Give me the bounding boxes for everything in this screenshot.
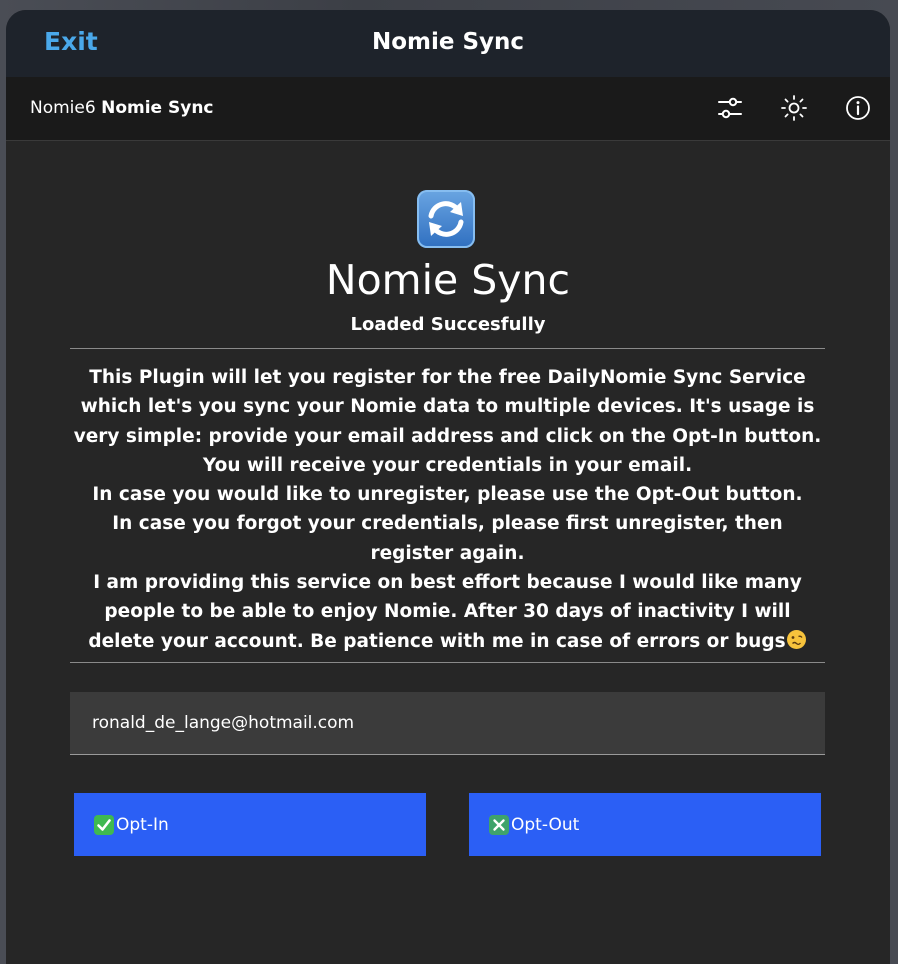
description-paragraph: In case you forgot your credentials, ple… — [112, 513, 783, 564]
description-paragraph: In case you would like to unregister, pl… — [92, 484, 803, 506]
opt-in-button[interactable]: Opt-In — [74, 793, 426, 856]
opt-out-button[interactable]: Opt-Out — [469, 793, 821, 856]
description-text: I am providing this service on best effo… — [88, 572, 802, 652]
email-field[interactable] — [70, 692, 825, 755]
description-paragraph: I am providing this service on best effo… — [70, 568, 825, 656]
opt-out-label: Opt-Out — [511, 814, 580, 835]
opt-in-label: Opt-In — [116, 814, 169, 835]
plugin-name: Nomie Sync — [325, 256, 571, 304]
top-divider — [70, 348, 825, 349]
description-paragraph: This Plugin will let you register for th… — [73, 367, 822, 476]
plugin-description: This Plugin will let you register for th… — [70, 363, 825, 656]
bottom-divider — [70, 662, 825, 663]
brightness-icon[interactable] — [780, 94, 808, 122]
window-title: Nomie Sync — [371, 29, 525, 55]
plugin-content: Nomie Sync Loaded Succesfully This Plugi… — [6, 141, 890, 963]
cross-mark-icon — [489, 814, 509, 835]
plugin-window: Exit Nomie Sync Nomie6 Nomie Sync Nomie … — [6, 10, 890, 964]
status-text: Loaded Succesfully — [350, 314, 546, 335]
check-mark-icon — [94, 814, 114, 835]
breadcrumb: Nomie6 Nomie Sync — [30, 98, 214, 118]
info-icon[interactable] — [844, 94, 872, 122]
plugin-toolbar: Nomie6 Nomie Sync — [6, 77, 890, 141]
woozy-face-icon — [786, 629, 807, 650]
breadcrumb-app: Nomie6 — [30, 98, 96, 118]
sliders-icon[interactable] — [716, 94, 744, 122]
title-bar: Exit Nomie Sync — [6, 10, 890, 77]
breadcrumb-current: Nomie Sync — [101, 98, 214, 118]
sync-arrows-icon — [417, 190, 475, 248]
